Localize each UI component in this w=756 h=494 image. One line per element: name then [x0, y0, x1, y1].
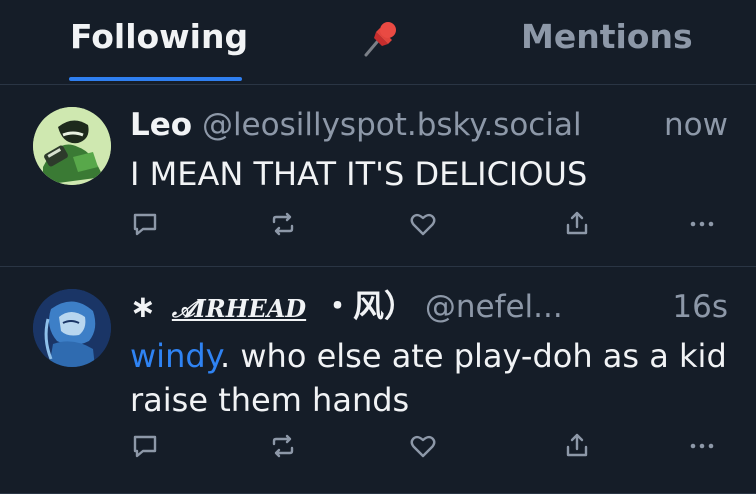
avatar[interactable] — [33, 289, 111, 367]
share-icon — [566, 433, 588, 457]
more-button[interactable] — [687, 431, 717, 461]
reply-icon — [133, 435, 157, 458]
post-actions — [130, 431, 730, 471]
post-actions — [130, 209, 730, 249]
share-button[interactable] — [562, 431, 592, 461]
like-button[interactable] — [408, 209, 438, 239]
display-name-prefix[interactable]: ∗ — [130, 289, 156, 325]
active-tab-indicator — [69, 77, 242, 81]
avatar[interactable] — [33, 107, 111, 185]
share-button[interactable] — [562, 209, 592, 239]
post-text: windy. who else ate play-doh as a kid ra… — [130, 334, 730, 422]
tab-following[interactable]: Following — [70, 17, 248, 57]
feed-tabs: Following Mentions — [0, 0, 756, 85]
heart-icon — [410, 435, 436, 458]
tab-mentions[interactable]: Mentions — [521, 17, 693, 57]
post-time: now — [664, 107, 728, 143]
post-item[interactable]: ∗ 𝒜IRHEAD ・风） @nefel... 16s windy. who e… — [0, 267, 756, 494]
display-name-art[interactable]: 𝒜IRHEAD — [172, 294, 306, 323]
display-name[interactable]: Leo — [130, 107, 192, 143]
more-icon — [690, 443, 714, 449]
reply-button[interactable] — [130, 431, 160, 461]
tab-pinned[interactable] — [360, 18, 402, 60]
pin-icon — [364, 22, 396, 57]
handle[interactable]: @nefel... — [425, 289, 563, 325]
post-time: 16s — [672, 289, 728, 325]
post-text-body: . who else ate play-doh as a kid raise t… — [130, 337, 727, 419]
post-item[interactable]: Leo @leosillyspot.bsky.social now I MEAN… — [0, 85, 756, 267]
reply-button[interactable] — [130, 209, 160, 239]
more-icon — [690, 221, 714, 227]
reply-icon — [133, 213, 157, 236]
repost-button[interactable] — [268, 209, 298, 239]
repost-button[interactable] — [268, 431, 298, 461]
post-header: ∗ 𝒜IRHEAD ・风） @nefel... — [130, 287, 563, 329]
post-text: I MEAN THAT IT'S DELICIOUS — [130, 155, 588, 193]
handle[interactable]: @leosillyspot.bsky.social — [202, 107, 582, 143]
heart-icon — [410, 213, 436, 236]
mention-link[interactable]: windy — [130, 337, 220, 375]
more-button[interactable] — [687, 209, 717, 239]
repost-icon — [272, 212, 294, 236]
display-name-suffix[interactable]: ・风） — [322, 289, 415, 325]
repost-icon — [272, 434, 294, 458]
like-button[interactable] — [408, 431, 438, 461]
post-header: Leo @leosillyspot.bsky.social — [130, 105, 582, 145]
share-icon — [566, 211, 588, 235]
